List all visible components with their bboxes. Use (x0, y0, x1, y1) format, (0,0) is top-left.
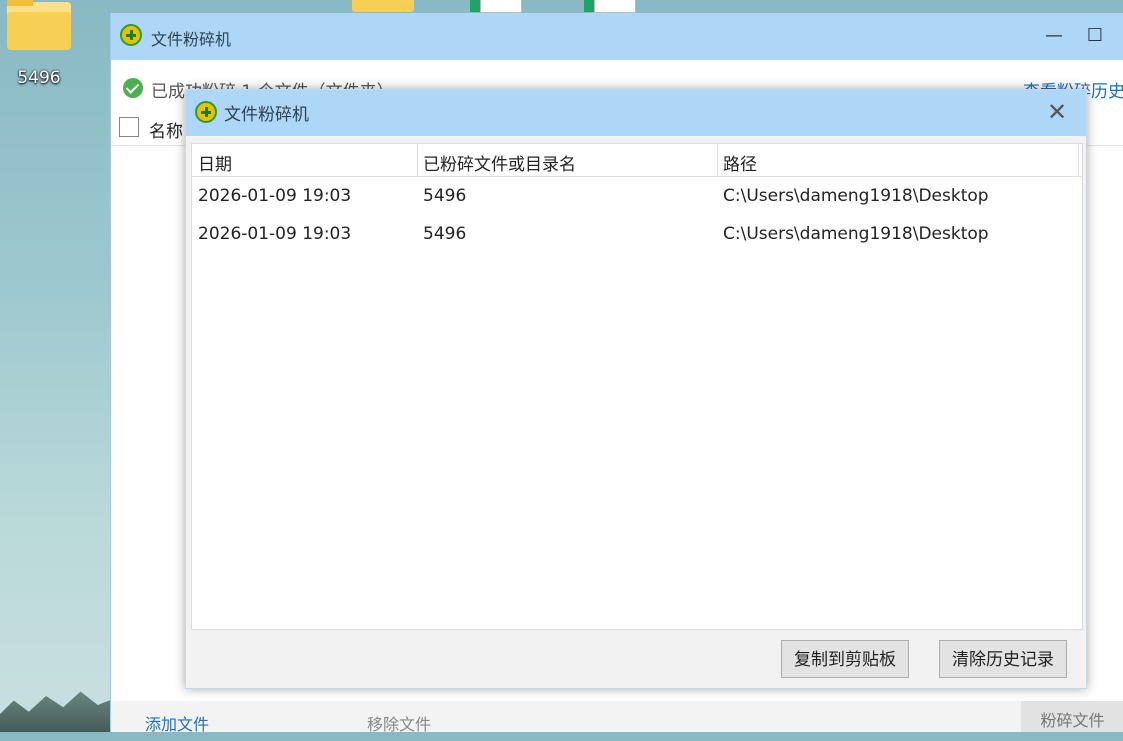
column-header-name[interactable]: 名称 (149, 117, 183, 142)
main-titlebar[interactable]: 文件粉碎机 — ☐ (111, 13, 1123, 60)
shredder-app-icon (195, 101, 217, 123)
column-divider[interactable] (417, 144, 418, 176)
column-divider[interactable] (717, 144, 718, 176)
shred-file-button[interactable]: 粉碎文件 (1021, 701, 1123, 732)
desktop-file-peek[interactable] (470, 0, 526, 13)
cell-path: C:\Users\dameng1918\Desktop (723, 186, 989, 206)
close-icon[interactable]: ✕ (1042, 97, 1072, 127)
shred-history-dialog: 文件粉碎机 ✕ 日期 已粉碎文件或目录名 路径 2026-01-09 19:03… (185, 89, 1087, 689)
cell-date: 2026-01-09 19:03 (198, 186, 352, 206)
column-header-shredded-name[interactable]: 已粉碎文件或目录名 (423, 150, 576, 175)
table-row[interactable]: 2026-01-09 19:03 5496 C:\Users\dameng191… (192, 178, 1082, 216)
cell-path: C:\Users\dameng1918\Desktop (723, 224, 989, 244)
minimize-button[interactable]: — (1039, 21, 1069, 51)
history-table: 日期 已粉碎文件或目录名 路径 2026-01-09 19:03 5496 C:… (191, 143, 1083, 630)
main-window-title: 文件粉碎机 (151, 30, 232, 49)
main-bottom-bar: 添加文件 移除文件 粉碎文件 (111, 701, 1123, 735)
column-header-path[interactable]: 路径 (723, 150, 757, 175)
cell-shredded-name: 5496 (423, 186, 467, 206)
success-check-icon (123, 78, 143, 98)
clear-history-button[interactable]: 清除历史记录 (939, 640, 1067, 678)
shredder-app-icon (120, 24, 142, 46)
dialog-titlebar[interactable]: 文件粉碎机 ✕ (186, 90, 1086, 136)
add-file-button[interactable]: 添加文件 (145, 711, 209, 735)
desktop-folder-label: 5496 (17, 68, 61, 88)
column-header-date[interactable]: 日期 (198, 150, 232, 175)
wallpaper-mountain (0, 691, 115, 732)
table-row[interactable]: 2026-01-09 19:03 5496 C:\Users\dameng191… (192, 216, 1082, 254)
select-all-checkbox[interactable] (119, 117, 139, 137)
copy-to-clipboard-button[interactable]: 复制到剪贴板 (781, 640, 909, 678)
maximize-button[interactable]: ☐ (1080, 21, 1110, 51)
desktop-file-peek-2[interactable] (584, 0, 640, 13)
history-table-header: 日期 已粉碎文件或目录名 路径 (192, 144, 1082, 177)
folder-icon (7, 0, 71, 50)
desktop-folder-peek[interactable] (352, 0, 414, 12)
document-icon (480, 0, 522, 13)
column-divider[interactable] (1078, 144, 1079, 176)
desktop-folder-icon[interactable]: 5496 (0, 0, 96, 92)
cell-date: 2026-01-09 19:03 (198, 224, 352, 244)
cell-shredded-name: 5496 (423, 224, 467, 244)
remove-file-button[interactable]: 移除文件 (367, 711, 431, 735)
document-icon (594, 0, 636, 13)
dialog-title: 文件粉碎机 (224, 105, 309, 125)
